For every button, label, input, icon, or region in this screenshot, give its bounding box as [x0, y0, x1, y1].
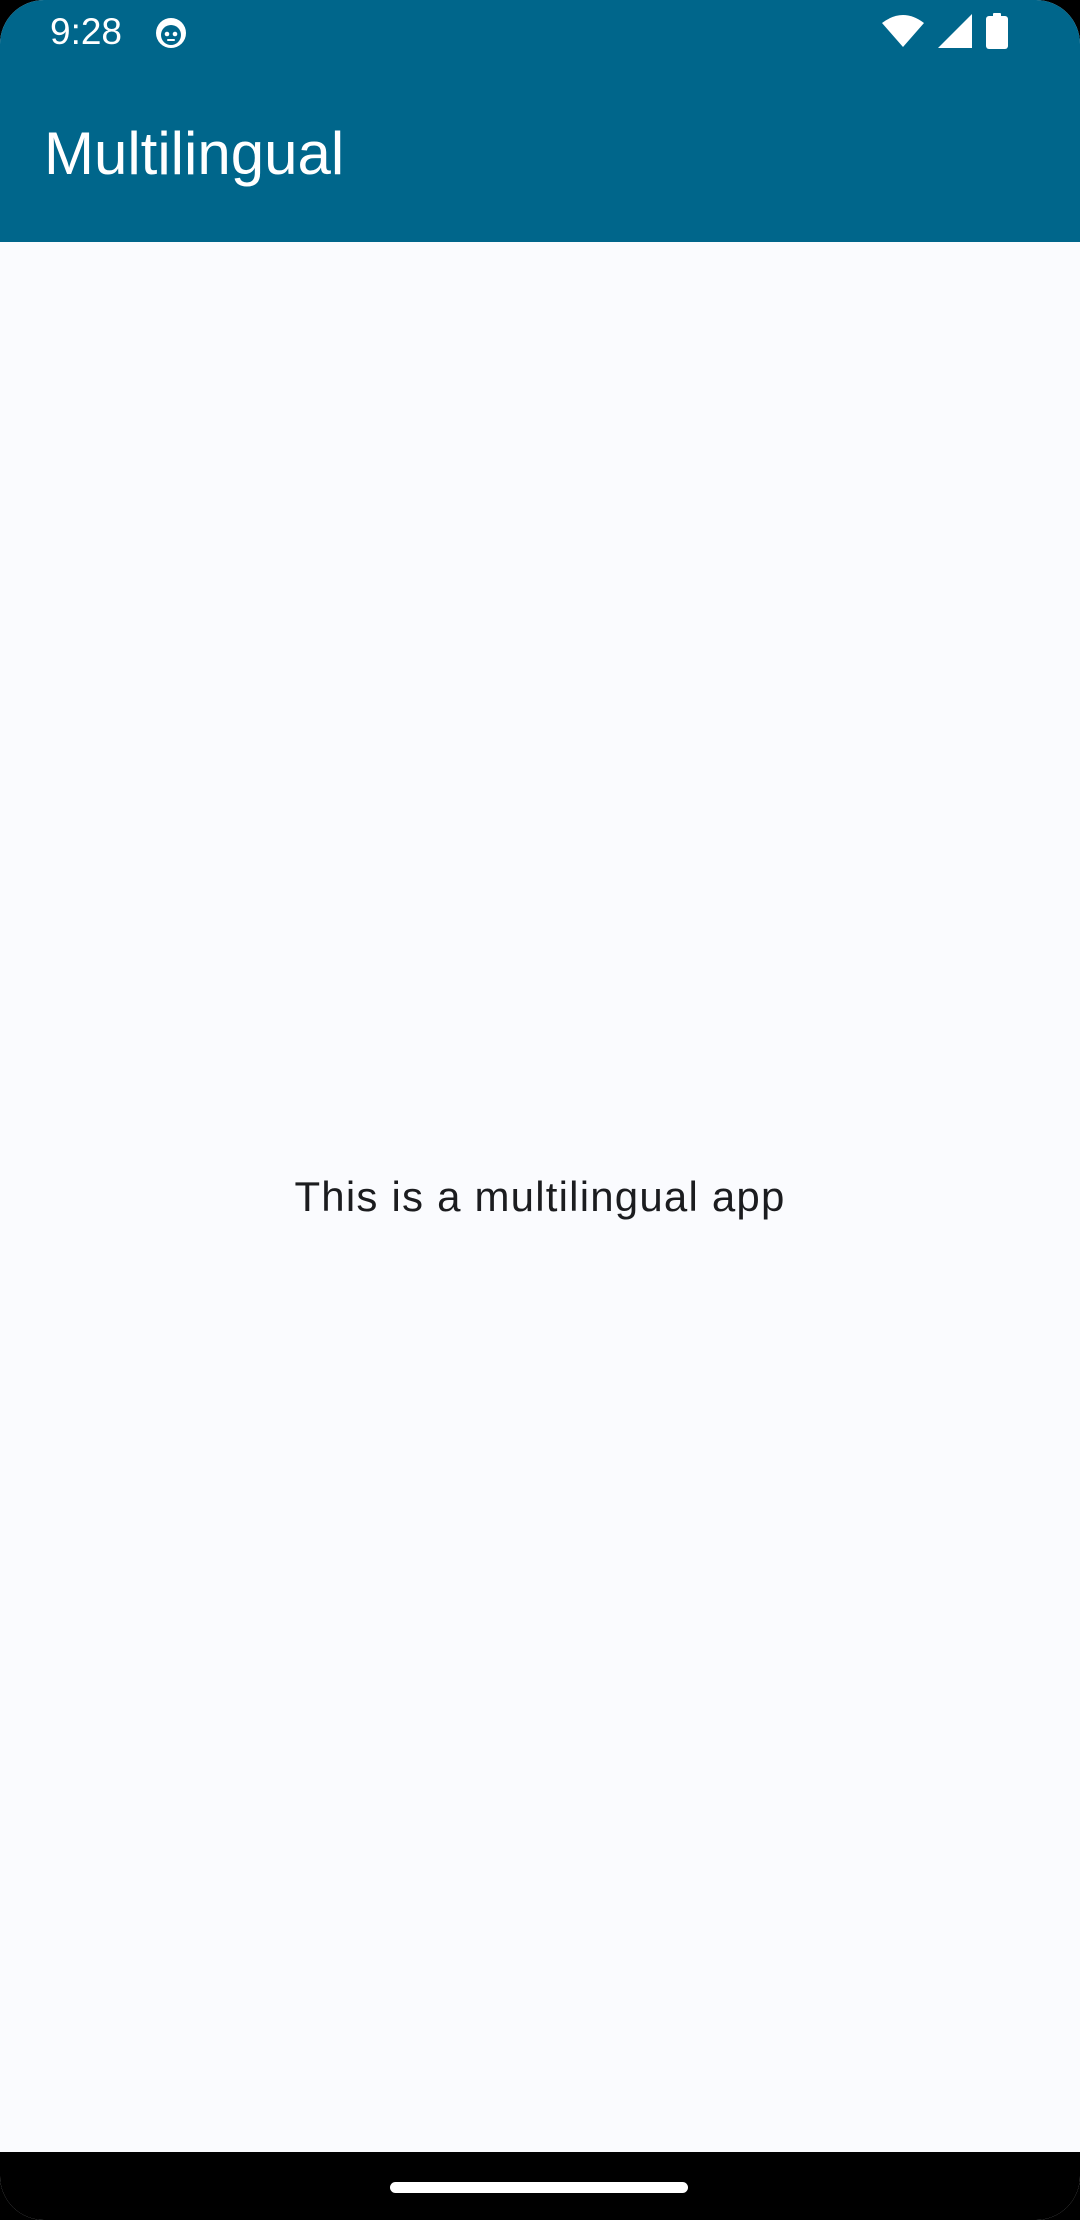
status-bar: 9:28 [0, 0, 1080, 64]
battery-icon [986, 12, 1008, 54]
home-gesture-handle[interactable] [390, 2182, 688, 2193]
app-notification-icon [154, 16, 188, 50]
app-title: Multilingual [44, 120, 345, 187]
main-content: This is a multilingual app [0, 242, 1080, 2152]
gesture-nav-bar [0, 2152, 1080, 2220]
status-time: 9:28 [50, 11, 123, 52]
multilingual-message: This is a multilingual app [294, 1173, 786, 1220]
app-bar: Multilingual [0, 64, 1080, 242]
app-screen: 9:28 Multilingual This is a multilingual… [0, 0, 1080, 2220]
wifi-icon [882, 14, 924, 53]
status-icons [882, 12, 1008, 54]
cell-signal-icon [938, 13, 972, 53]
